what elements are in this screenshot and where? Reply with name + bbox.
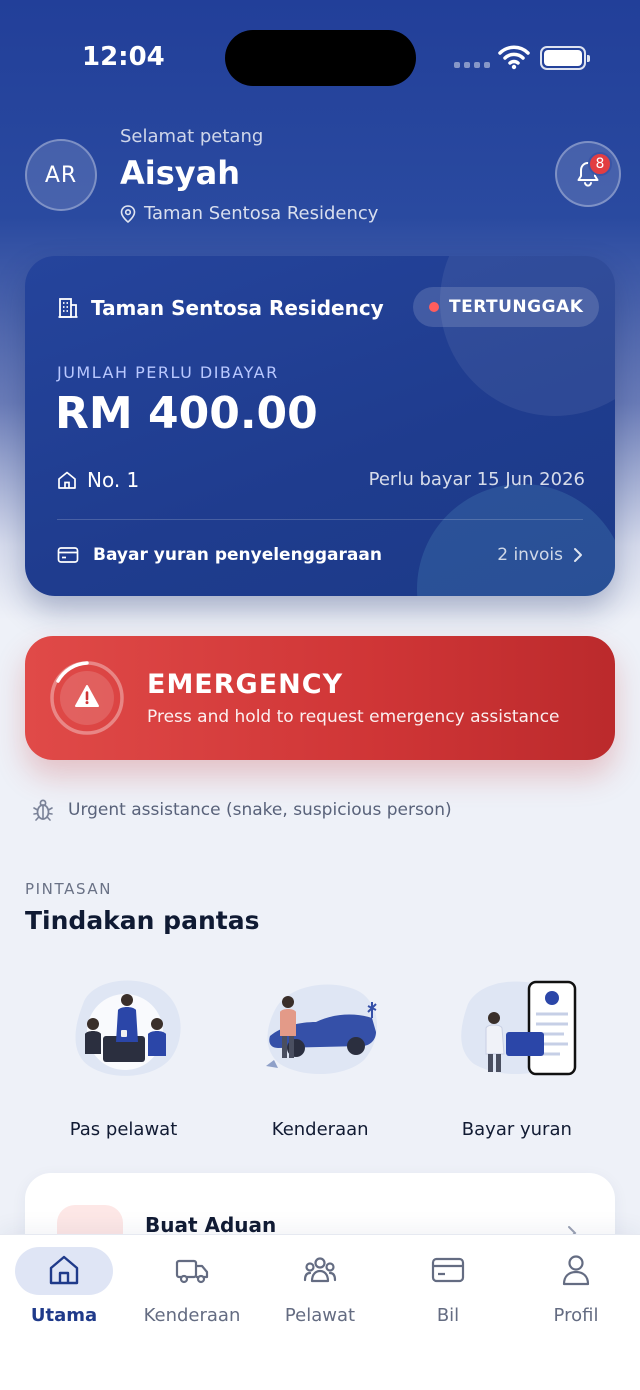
nav-item-visitors[interactable]: Pelawat [256,1235,384,1345]
nav-item-vehicles[interactable]: Kenderaan [128,1235,256,1345]
building-icon [58,298,78,318]
nav-label: Bil [436,1305,460,1326]
group-icon [303,1257,337,1283]
nav-item-bills[interactable]: Bil [384,1235,512,1345]
divider [57,519,583,520]
user-name: Aisyah [120,154,241,192]
shortcut-visitor-pass[interactable]: Pas pelawat [25,970,222,1150]
estate-name: Taman Sentosa Residency [91,296,384,320]
nav-item-profile[interactable]: Profil [512,1235,640,1345]
vehicle-illustration [265,984,377,1075]
pay-fees-label: Bayar yuran penyelenggaraan [93,545,382,565]
amount-label: JUMLAH PERLU DIBAYAR [57,363,279,382]
urgent-assistance-text: Urgent assistance (snake, suspicious per… [68,800,452,820]
emergency-title: EMERGENCY [147,669,344,700]
cellular-signal-icon [454,62,490,68]
shortcut-vehicle[interactable]: Kenderaan [222,970,419,1150]
battery-icon [540,46,590,70]
status-time: 12:04 [82,42,165,72]
nav-label: Pelawat [284,1305,356,1326]
card-icon [431,1257,465,1283]
status-badge: TERTUNGGAK [413,287,600,327]
home-icon [58,471,76,489]
chevron-right-icon [574,548,582,562]
location-row: Taman Sentosa Residency [120,203,378,224]
pay-fees-row[interactable]: Bayar yuran penyelenggaraan 2 invois [57,540,583,570]
nav-label: Utama [30,1305,98,1326]
estate-row: Taman Sentosa Residency [57,296,384,320]
nav-item-home[interactable]: Utama [0,1235,128,1345]
shortcut-list: Pas pelawat Kenderaan Bayar yuran [25,970,615,1150]
urgent-assistance-hint: Urgent assistance (snake, suspicious per… [32,798,452,822]
avatar[interactable]: AR [25,139,97,211]
invoice-count: 2 invois [497,545,583,565]
pay-fee-illustration [461,980,577,1076]
unit-row: No. 1 [57,468,139,492]
shortcut-label: Bayar yuran [461,1119,572,1140]
notification-badge: 8 [588,152,612,176]
card-icon [57,547,79,563]
shortcut-label: Kenderaan [271,1119,369,1140]
invoice-count-text: 2 invois [497,545,563,565]
home-icon [49,1255,79,1285]
emergency-button[interactable]: EMERGENCY Press and hold to request emer… [25,636,615,760]
section-label: PINTASAN [25,880,113,898]
bottom-navigation: Utama Kenderaan Pelawat Bil Profil [0,1234,640,1390]
due-date: Perlu bayar 15 Jun 2026 [368,469,585,490]
shortcut-label: Pas pelawat [69,1119,178,1140]
notifications-button[interactable]: 8 [555,141,621,207]
truck-icon [175,1259,209,1284]
user-icon [562,1255,590,1286]
nav-label: Kenderaan [143,1305,241,1326]
unit-number: No. 1 [87,468,140,492]
section-title: Tindakan pantas [25,906,260,935]
amount-due: RM 400.00 [55,388,318,439]
card-decoration [440,256,615,416]
visitor-pass-illustration [75,980,181,1076]
status-dot [429,302,439,312]
nav-label: Profil [553,1305,599,1326]
location-text: Taman Sentosa Residency [144,203,379,224]
dynamic-island [225,30,416,86]
status-bar: 12:04 [0,0,640,120]
location-pin-icon [120,204,136,223]
warning-icon [50,661,124,735]
greeting-text: Selamat petang [120,126,264,147]
wifi-icon [498,45,530,70]
status-label: TERTUNGGAK [449,297,584,317]
shortcut-pay-fees[interactable]: Bayar yuran [418,970,615,1150]
emergency-subtitle: Press and hold to request emergency assi… [147,707,560,727]
bug-icon [33,799,53,821]
bill-card[interactable]: Taman Sentosa Residency TERTUNGGAK JUMLA… [25,256,615,596]
